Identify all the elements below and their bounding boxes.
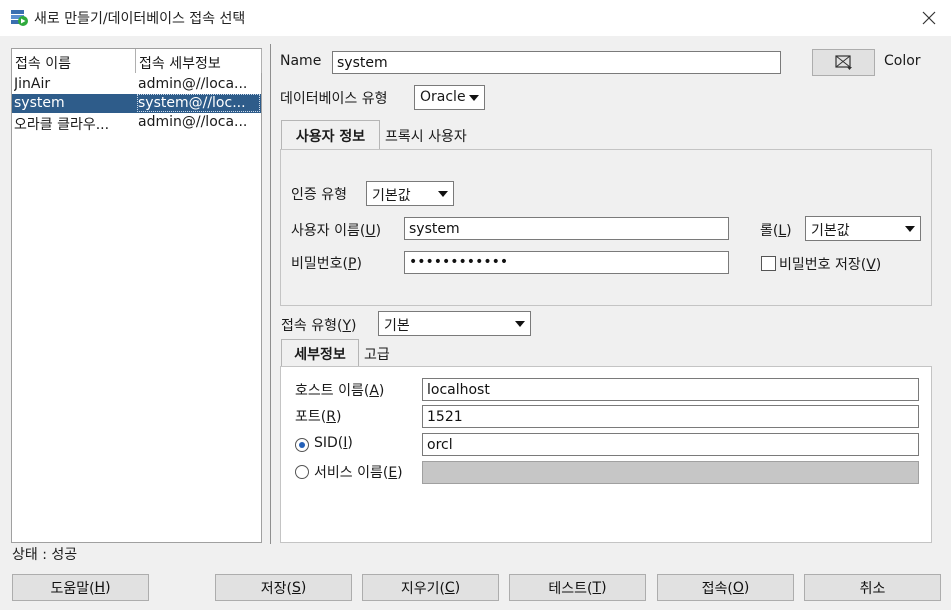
color-picker-button[interactable] <box>812 49 875 76</box>
database-type-select[interactable]: Oracle <box>414 85 485 110</box>
splitter[interactable] <box>270 44 271 544</box>
connection-row[interactable]: JinAir admin@//loca... <box>12 75 261 94</box>
host-label: 호스트 이름(A) <box>295 383 385 399</box>
status-text: 상태 : 성공 <box>12 547 78 563</box>
connection-name: 오라클 클라우... <box>14 117 110 133</box>
connection-row[interactable]: 오라클 클라우... admin@//loca... <box>12 113 261 133</box>
cancel-button[interactable]: 취소 <box>804 574 941 601</box>
tab-advanced[interactable]: 고급 <box>364 344 390 364</box>
column-header-detail[interactable]: 접속 세부정보 <box>139 53 221 73</box>
name-input[interactable] <box>332 51 781 74</box>
connection-detail: admin@//loca... <box>138 114 248 130</box>
sid-label: SID(I) <box>314 435 353 451</box>
test-button[interactable]: 테스트(T) <box>509 574 646 601</box>
chevron-down-icon <box>905 226 915 232</box>
help-button[interactable]: 도움말(H) <box>12 574 149 601</box>
window-title: 새로 만들기/데이터베이스 접속 선택 <box>34 11 246 27</box>
service-name-input <box>422 461 919 484</box>
host-input[interactable] <box>422 378 919 401</box>
database-type-label: 데이터베이스 유형 <box>280 91 388 107</box>
close-icon <box>922 11 936 25</box>
username-input[interactable] <box>404 217 729 240</box>
connection-type-label: 접속 유형(Y) <box>281 318 357 334</box>
connection-type-select[interactable]: 기본 <box>378 311 531 336</box>
connect-button[interactable]: 접속(O) <box>657 574 794 601</box>
connection-row-selected[interactable]: system system@//loc... <box>12 94 261 113</box>
tab-details[interactable]: 세부정보 <box>281 339 359 367</box>
password-label: 비밀번호(P) <box>291 256 362 272</box>
connection-list[interactable]: 접속 이름 접속 세부정보 JinAir admin@//loca... sys… <box>11 48 262 543</box>
column-header-name[interactable]: 접속 이름 <box>15 53 71 73</box>
connection-detail: system@//loc... <box>137 94 260 112</box>
column-divider <box>261 49 262 73</box>
auth-type-select[interactable]: 기본값 <box>366 181 454 206</box>
role-select[interactable]: 기본값 <box>805 216 921 241</box>
clear-button[interactable]: 지우기(C) <box>362 574 499 601</box>
service-name-label: 서비스 이름(E) <box>314 465 403 481</box>
color-label: Color <box>884 53 921 69</box>
role-label: 롤(L) <box>760 223 792 239</box>
database-connect-icon <box>11 10 28 26</box>
connection-detail: admin@//loca... <box>138 76 248 92</box>
title-bar: 새로 만들기/데이터베이스 접속 선택 <box>0 0 951 36</box>
sid-input[interactable] <box>422 433 919 456</box>
save-button[interactable]: 저장(S) <box>215 574 352 601</box>
connection-name: JinAir <box>14 76 51 92</box>
port-label: 포트(R) <box>295 409 342 425</box>
chevron-down-icon <box>469 95 479 101</box>
username-label: 사용자 이름(U) <box>291 223 382 239</box>
tab-proxy-user[interactable]: 프록시 사용자 <box>385 126 467 146</box>
name-label: Name <box>280 53 322 69</box>
sid-radio[interactable] <box>295 438 309 452</box>
color-swatch-icon <box>834 54 852 70</box>
password-input[interactable]: •••••••••••• <box>404 251 729 274</box>
close-button[interactable] <box>915 6 943 30</box>
save-password-checkbox[interactable] <box>761 256 776 271</box>
port-input[interactable] <box>422 405 919 428</box>
save-password-label: 비밀번호 저장(V) <box>779 257 882 273</box>
connection-name: system <box>14 95 65 111</box>
column-divider[interactable] <box>135 49 136 73</box>
tab-user-info[interactable]: 사용자 정보 <box>281 120 380 150</box>
chevron-down-icon <box>515 321 525 327</box>
connection-list-header: 접속 이름 접속 세부정보 <box>12 49 262 73</box>
service-name-radio[interactable] <box>295 465 309 479</box>
auth-type-label: 인증 유형 <box>291 187 347 203</box>
chevron-down-icon <box>438 191 448 197</box>
